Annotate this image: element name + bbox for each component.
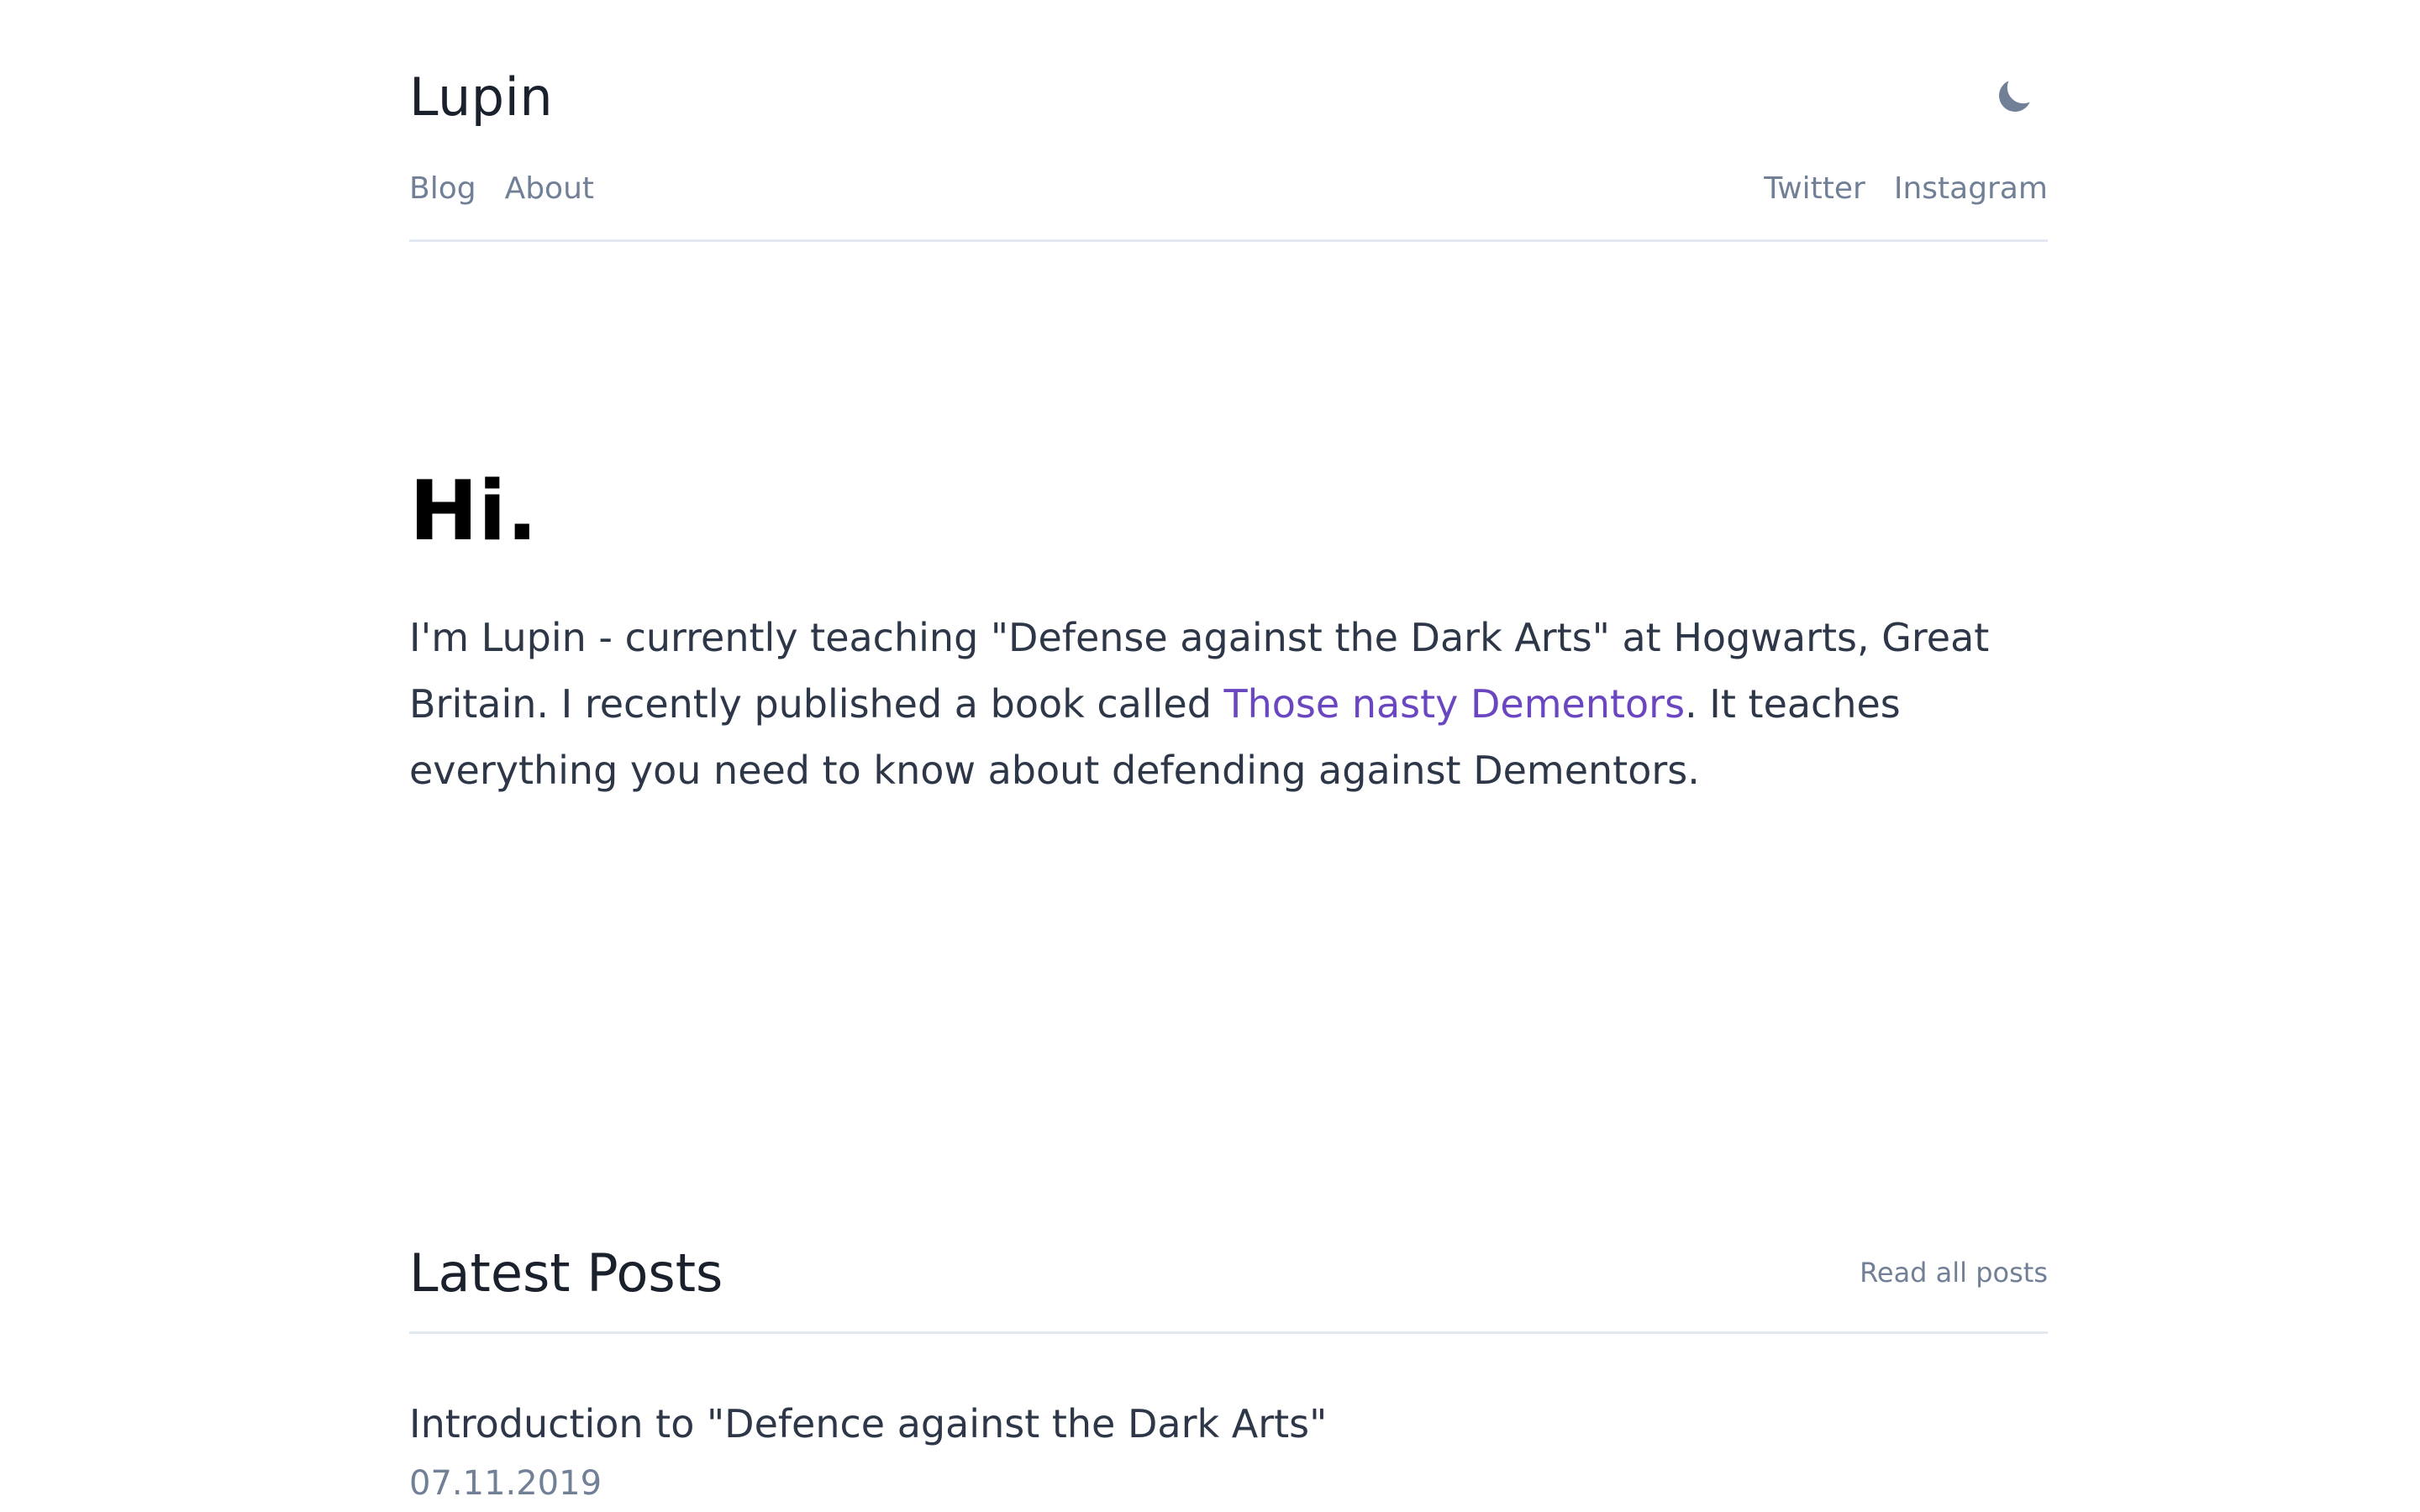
nav-left: Blog About: [409, 171, 594, 206]
hero-intro: I'm Lupin - currently teaching "Defense …: [409, 605, 2048, 804]
hero-title: Hi.: [409, 464, 538, 559]
header-divider: [409, 239, 2048, 242]
nav-link-blog[interactable]: Blog: [409, 171, 476, 206]
post-title-link[interactable]: Introduction to "Defence against the Dar…: [409, 1394, 2048, 1453]
main-nav: Blog About Twitter Instagram: [409, 165, 2048, 212]
latest-posts-divider: [409, 1331, 2048, 1334]
book-link[interactable]: Those nasty Dementors: [1224, 681, 1686, 727]
site-title-link[interactable]: Lupin: [409, 66, 553, 128]
nav-link-twitter[interactable]: Twitter: [1764, 171, 1865, 206]
post-list-item: Introduction to "Defence against the Dar…: [409, 1394, 2048, 1509]
nav-link-instagram[interactable]: Instagram: [1894, 171, 2048, 206]
post-date: 07.11.2019: [409, 1464, 602, 1503]
nav-right: Twitter Instagram: [1764, 171, 2048, 206]
header-top-row: Lupin: [409, 59, 2048, 134]
page-container: Lupin Blog About Twitter Instagram Hi. I…: [409, 0, 2048, 1512]
theme-toggle-button[interactable]: [1989, 71, 2039, 122]
read-all-posts-link[interactable]: Read all posts: [1860, 1257, 2048, 1289]
moon-icon: [1999, 81, 2030, 112]
nav-link-about[interactable]: About: [505, 171, 594, 206]
latest-posts-header: Latest Posts Read all posts: [409, 1235, 2048, 1310]
latest-posts-title: Latest Posts: [409, 1242, 723, 1304]
